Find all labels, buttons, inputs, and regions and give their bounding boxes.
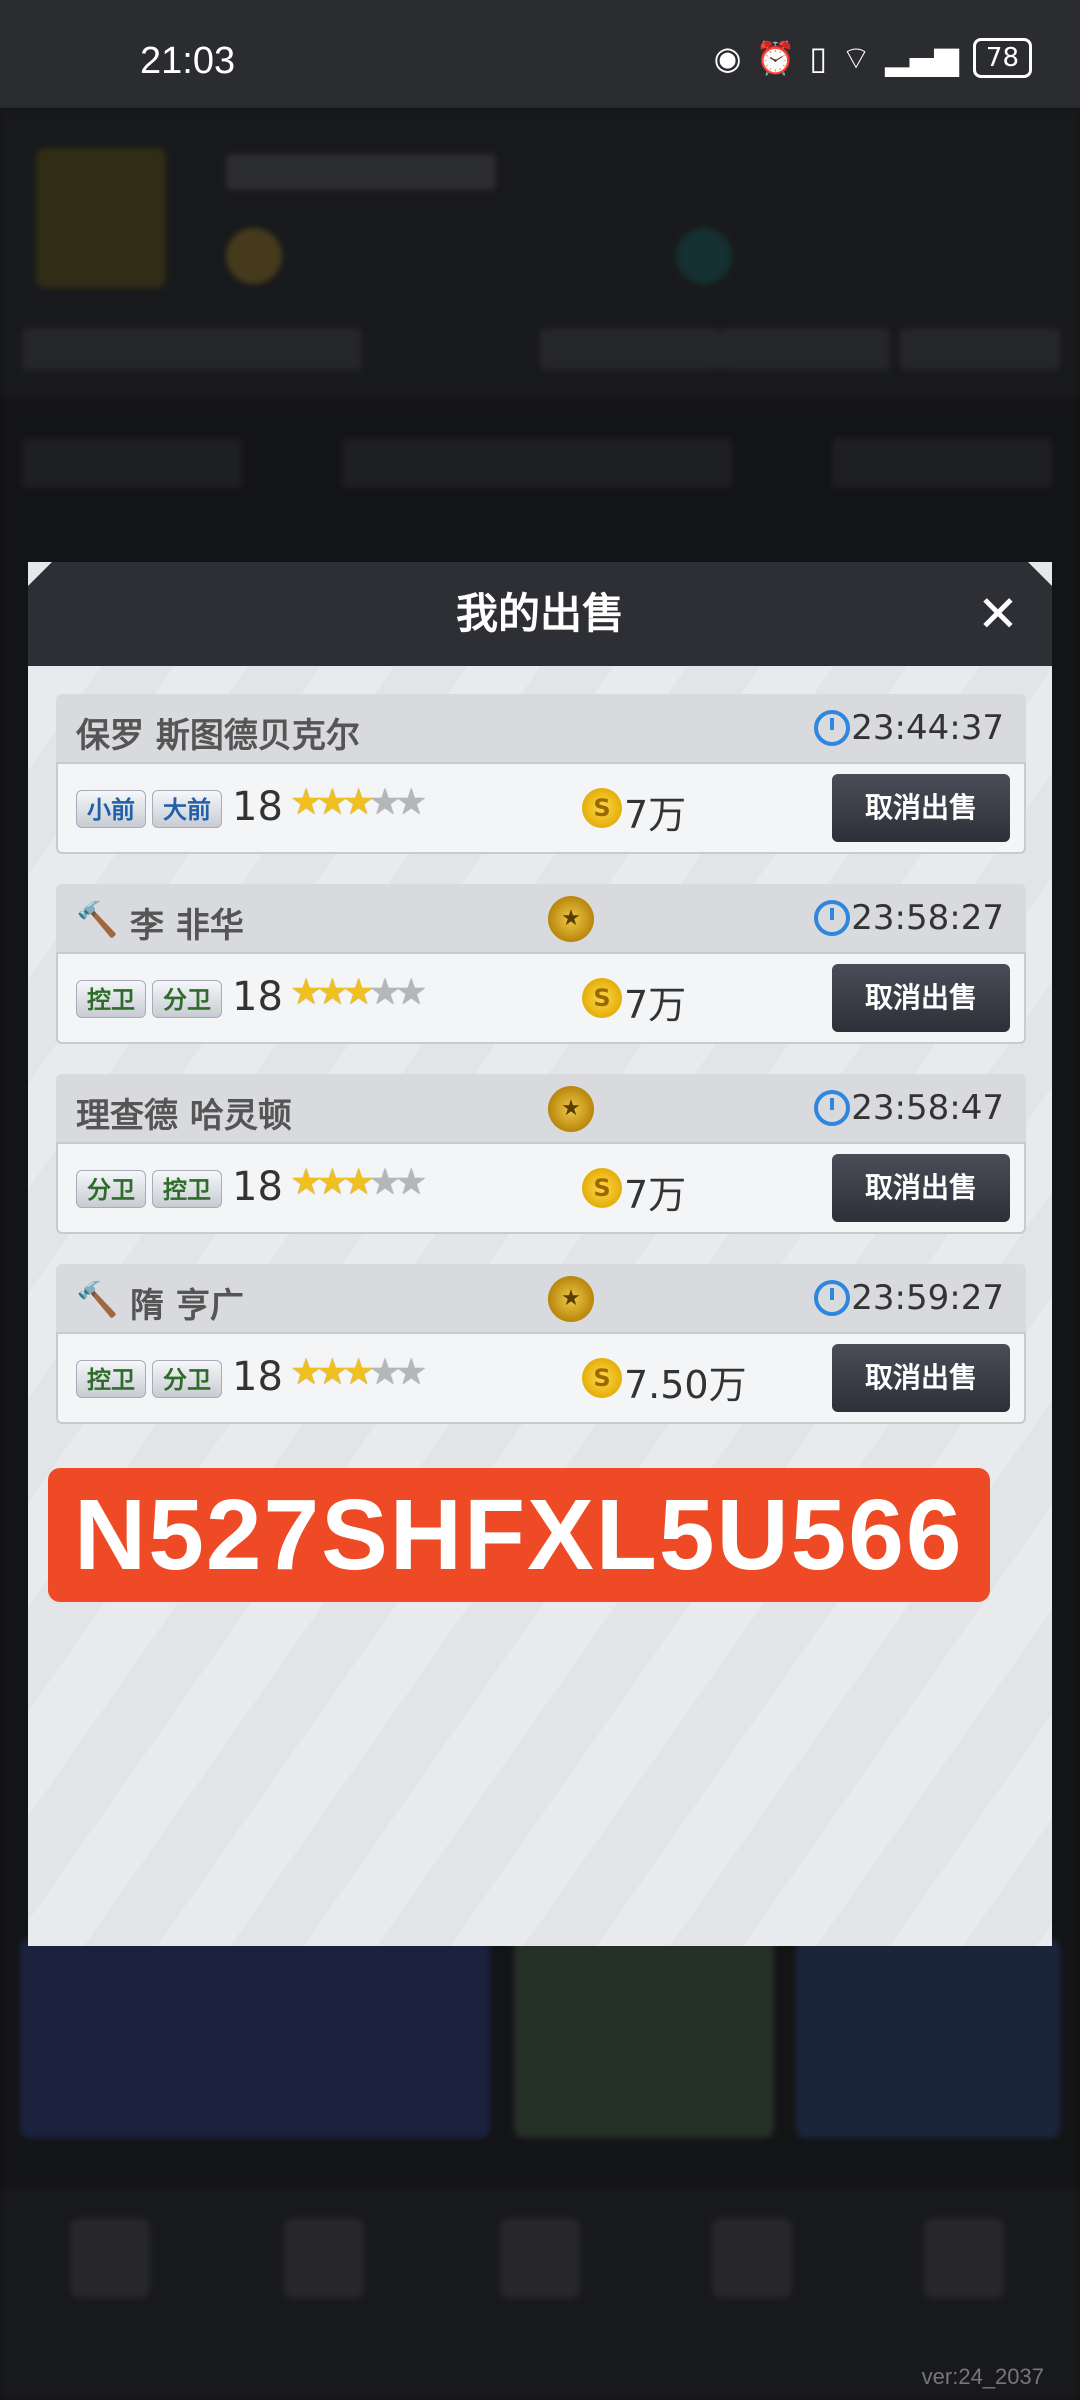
status-time: 21:03 xyxy=(140,40,236,82)
battery-indicator: 78 xyxy=(972,38,1032,78)
alarm-icon: ⏰ xyxy=(755,39,796,77)
dialog-header: 我的出售 ✕ xyxy=(28,562,1052,666)
star-icon: ★★ xyxy=(368,1352,427,1393)
coin-icon: S xyxy=(582,1168,622,1208)
watermark-banner: N527SHFXL5U566 xyxy=(48,1468,990,1602)
position-tag: 分卫 xyxy=(152,980,222,1018)
entry-header: 理查德 哈灵顿 ★ 23:58:47 xyxy=(56,1074,1026,1142)
status-bar: 21:03 ◉ ⏰ ▯ ⌔ ▂▄▆ 78 xyxy=(0,0,1080,108)
cancel-sale-button[interactable]: 取消出售 xyxy=(832,964,1010,1032)
wifi-icon: ⌔ xyxy=(840,39,872,77)
player-name: 理查德 哈灵顿 xyxy=(76,1096,292,1136)
vibrate-icon: ▯ xyxy=(809,39,827,77)
player-name: 李 非华 xyxy=(130,906,244,946)
sale-entry: 保罗 斯图德贝克尔 23:44:37 小前 大前 18 ★★★★★ S 7万 取… xyxy=(56,694,1026,862)
cancel-sale-button[interactable]: 取消出售 xyxy=(832,1154,1010,1222)
position-tag: 小前 xyxy=(76,790,146,828)
coin-icon: S xyxy=(582,788,622,828)
sale-entry: 🔨 隋 亨广 ★ 23:59:27 控卫 分卫 18 ★★★★★ S 7.50万… xyxy=(56,1264,1026,1432)
position-tag: 控卫 xyxy=(76,980,146,1018)
status-icons: ◉ ⏰ ▯ ⌔ ▂▄▆ 78 xyxy=(714,38,1032,78)
star-icon: ★★ xyxy=(368,782,427,823)
timer-icon xyxy=(814,1280,850,1316)
gavel-icon: 🔨 xyxy=(76,900,119,940)
star-icon: ★★★ xyxy=(290,1352,375,1393)
close-icon[interactable]: ✕ xyxy=(968,584,1028,644)
entry-header: 🔨 李 非华 ★ 23:58:27 xyxy=(56,884,1026,952)
star-icon: ★★★ xyxy=(290,972,375,1013)
position-tag: 分卫 xyxy=(76,1170,146,1208)
star-rating: ★★★★★ xyxy=(290,782,427,823)
cancel-sale-button[interactable]: 取消出售 xyxy=(832,774,1010,842)
remaining-time: 23:44:37 xyxy=(851,708,1004,748)
gold-badge-icon: ★ xyxy=(548,1086,594,1132)
sale-price: 7万 xyxy=(624,983,687,1027)
position-tag: 控卫 xyxy=(76,1360,146,1398)
star-rating: ★★★★★ xyxy=(290,1352,427,1393)
signal-icon: ▂▄▆ xyxy=(885,39,959,77)
entry-details: 控卫 分卫 18 ★★★★★ S 7万 取消出售 xyxy=(56,952,1026,1044)
remaining-time: 23:58:27 xyxy=(851,898,1004,938)
star-icon: ★★★ xyxy=(290,782,375,823)
star-rating: ★★★★★ xyxy=(290,972,427,1013)
gold-badge-icon: ★ xyxy=(548,1276,594,1322)
position-tag: 大前 xyxy=(152,790,222,828)
gavel-icon: 🔨 xyxy=(76,1280,119,1320)
entry-header: 🔨 隋 亨广 ★ 23:59:27 xyxy=(56,1264,1026,1332)
player-level: 18 xyxy=(232,784,283,830)
entry-details: 小前 大前 18 ★★★★★ S 7万 取消出售 xyxy=(56,762,1026,854)
dialog-body: 保罗 斯图德贝克尔 23:44:37 小前 大前 18 ★★★★★ S 7万 取… xyxy=(28,666,1052,1946)
cancel-sale-button[interactable]: 取消出售 xyxy=(832,1344,1010,1412)
star-rating: ★★★★★ xyxy=(290,1162,427,1203)
entry-header: 保罗 斯图德贝克尔 23:44:37 xyxy=(56,694,1026,762)
player-level: 18 xyxy=(232,974,283,1020)
star-icon: ★★ xyxy=(368,1162,427,1203)
timer-icon xyxy=(814,900,850,936)
eye-icon: ◉ xyxy=(713,39,742,77)
remaining-time: 23:59:27 xyxy=(851,1278,1004,1318)
sale-price: 7万 xyxy=(624,793,687,837)
entry-details: 控卫 分卫 18 ★★★★★ S 7.50万 取消出售 xyxy=(56,1332,1026,1424)
position-tag: 控卫 xyxy=(152,1170,222,1208)
player-level: 18 xyxy=(232,1354,283,1400)
star-icon: ★★ xyxy=(368,972,427,1013)
gold-badge-icon: ★ xyxy=(548,896,594,942)
timer-icon xyxy=(814,1090,850,1126)
star-icon: ★★★ xyxy=(290,1162,375,1203)
player-level: 18 xyxy=(232,1164,283,1210)
player-name: 保罗 斯图德贝克尔 xyxy=(76,716,360,756)
sale-price: 7万 xyxy=(624,1173,687,1217)
player-name: 隋 亨广 xyxy=(130,1286,244,1326)
my-sales-dialog: 我的出售 ✕ 保罗 斯图德贝克尔 23:44:37 小前 大前 18 ★★★★★… xyxy=(28,562,1052,1946)
sale-entry: 🔨 李 非华 ★ 23:58:27 控卫 分卫 18 ★★★★★ S 7万 取消… xyxy=(56,884,1026,1052)
timer-icon xyxy=(814,710,850,746)
position-tag: 分卫 xyxy=(152,1360,222,1398)
coin-icon: S xyxy=(582,978,622,1018)
dialog-title: 我的出售 xyxy=(455,589,624,638)
coin-icon: S xyxy=(582,1358,622,1398)
sale-entry: 理查德 哈灵顿 ★ 23:58:47 分卫 控卫 18 ★★★★★ S 7万 取… xyxy=(56,1074,1026,1242)
sale-price: 7.50万 xyxy=(624,1363,747,1407)
version-label: ver:24_2037 xyxy=(921,2364,1044,2389)
remaining-time: 23:58:47 xyxy=(851,1088,1004,1128)
entry-details: 分卫 控卫 18 ★★★★★ S 7万 取消出售 xyxy=(56,1142,1026,1234)
